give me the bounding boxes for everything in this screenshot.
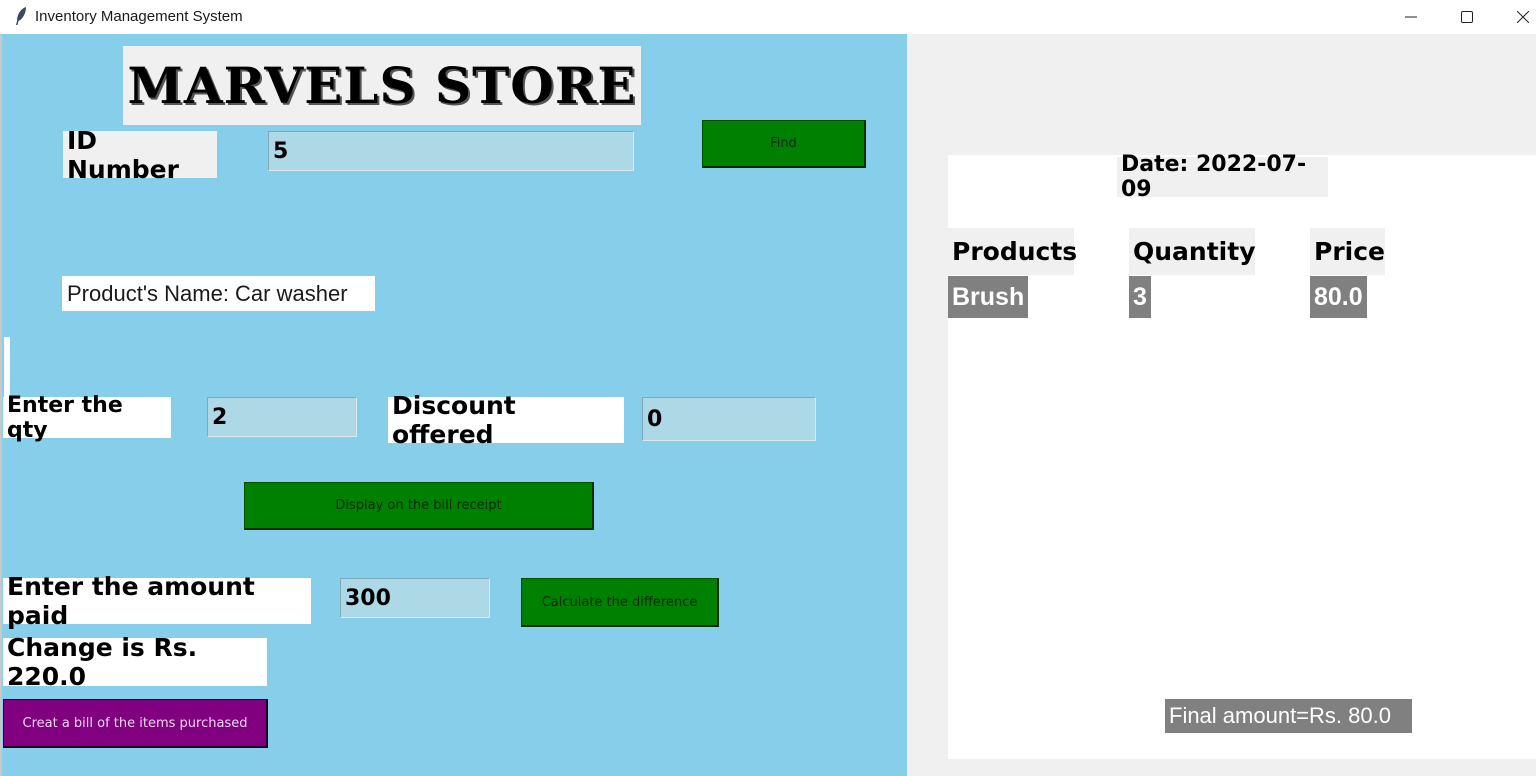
amount-paid-label: Enter the amount paid (3, 572, 311, 630)
display-on-bill-button[interactable]: Display on the bill receipt (244, 482, 594, 530)
receipt-cell-quantity: 3 (1129, 276, 1151, 318)
minimize-button[interactable] (1388, 0, 1434, 34)
maximize-button[interactable] (1444, 0, 1490, 34)
id-number-label: ID Number (63, 126, 217, 184)
change-label: Change is Rs. 220.0 (3, 633, 267, 691)
receipt-cell-product: Brush (948, 276, 1029, 318)
receipt-date: Date: 2022-07-09 (1117, 152, 1328, 202)
feather-icon (14, 6, 28, 26)
product-name-label: Product's Name: Car washer (62, 276, 375, 311)
final-amount-label: Final amount=Rs. 80.0 (1165, 699, 1412, 733)
close-icon (1517, 11, 1529, 23)
create-bill-button[interactable]: Creat a bill of the items purchased (3, 699, 268, 748)
window-title: Inventory Management System (35, 8, 243, 25)
close-button[interactable] (1500, 0, 1536, 34)
column-header-products: Products (948, 228, 1077, 275)
store-title: MARVELS STORE (123, 46, 641, 125)
id-number-input[interactable] (268, 131, 634, 171)
quantity-label: Enter the qty (3, 393, 171, 443)
title-bar: Inventory Management System (0, 0, 1536, 34)
quantity-input[interactable] (207, 397, 357, 437)
empty-label (4, 337, 10, 397)
find-button[interactable]: Find (702, 120, 866, 168)
amount-paid-input[interactable] (340, 578, 490, 618)
column-header-quantity: Quantity (1129, 228, 1256, 275)
calculate-difference-button[interactable]: Calculate the difference (521, 578, 719, 627)
maximize-icon (1461, 11, 1473, 23)
column-header-price: Price (1310, 228, 1385, 275)
receipt-cell-price: 80.0 (1310, 276, 1367, 318)
minimize-icon (1405, 16, 1417, 18)
discount-label: Discount offered (388, 391, 624, 449)
discount-input[interactable] (642, 397, 816, 441)
